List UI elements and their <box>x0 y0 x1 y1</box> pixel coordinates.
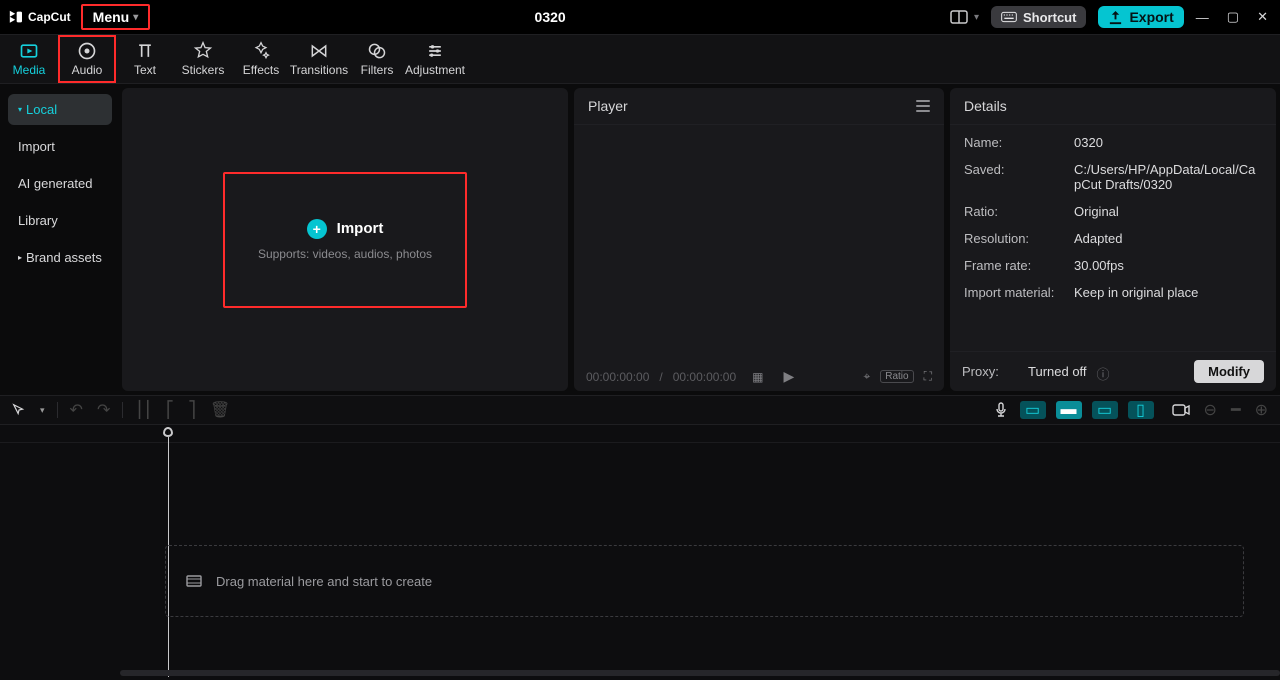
close-button[interactable]: ✕ <box>1257 9 1268 25</box>
chevron-down-icon: ▾ <box>133 12 138 23</box>
export-icon <box>1108 10 1123 25</box>
chevron-down-icon: ▾ <box>18 105 22 114</box>
tool-tabs: Media Audio Text Stickers Effects Transi… <box>0 34 1280 84</box>
plus-icon: + <box>307 219 327 239</box>
maximize-button[interactable]: ▢ <box>1227 9 1239 25</box>
clip-icon <box>186 573 202 589</box>
tab-adjustment[interactable]: Adjustment <box>406 35 464 83</box>
delete-tool[interactable]: 🗑 <box>208 398 232 422</box>
detail-row-name: Name:0320 <box>964 135 1262 150</box>
trim-left-tool[interactable]: ⎡ <box>164 398 176 422</box>
keyboard-icon <box>1001 9 1017 25</box>
snap-mode-4[interactable]: ▯ <box>1128 401 1154 419</box>
effects-icon <box>251 41 271 61</box>
sidebar-item-import[interactable]: Import <box>8 131 112 162</box>
split-tool[interactable]: ⎮⎮ <box>133 398 154 422</box>
ratio-pill[interactable]: Ratio <box>880 370 913 383</box>
audio-icon <box>77 41 97 61</box>
zoom-in-button[interactable]: ⊕ <box>1253 398 1270 422</box>
tab-media[interactable]: Media <box>0 35 58 83</box>
player-title: Player <box>588 98 628 114</box>
detail-row-saved: Saved:C:/Users/HP/AppData/Local/CapCut D… <box>964 162 1262 192</box>
snap-mode-1[interactable]: ▭ <box>1020 401 1046 419</box>
pointer-tool[interactable] <box>10 401 28 419</box>
tab-text[interactable]: Text <box>116 35 174 83</box>
media-panel: + Import Supports: videos, audios, photo… <box>122 88 568 391</box>
tab-filters[interactable]: Filters <box>348 35 406 83</box>
shortcut-button[interactable]: Shortcut <box>991 6 1086 28</box>
import-subtitle: Supports: videos, audios, photos <box>258 247 432 261</box>
mic-button[interactable] <box>992 400 1010 420</box>
zoom-out-button[interactable]: ⊖ <box>1202 398 1219 422</box>
detail-row-framerate: Frame rate:30.00fps <box>964 258 1262 273</box>
timeline-dropzone[interactable]: Drag material here and start to create <box>165 545 1244 617</box>
menu-button[interactable]: Menu ▾ <box>81 4 151 30</box>
detail-row-import-material: Import material:Keep in original place <box>964 285 1262 300</box>
detail-row-ratio: Ratio:Original <box>964 204 1262 219</box>
aspect-icon <box>950 10 968 24</box>
timeline-drop-hint: Drag material here and start to create <box>216 574 432 589</box>
text-icon <box>135 41 155 61</box>
media-icon <box>19 41 39 61</box>
export-button[interactable]: Export <box>1098 6 1183 28</box>
player-panel: Player 00:00:00:00 / 00:00:00:00 ▦ ▶ ⌖ R… <box>574 88 944 391</box>
details-title: Details <box>950 88 1276 125</box>
chevron-down-icon: ▾ <box>974 12 979 23</box>
import-title: Import <box>337 220 384 237</box>
project-title: 0320 <box>150 9 950 25</box>
sidebar-item-library[interactable]: Library <box>8 205 112 236</box>
play-button[interactable]: ▶ <box>784 368 795 385</box>
pointer-dropdown[interactable]: ▾ <box>38 403 47 418</box>
redo-button[interactable]: ↷ <box>95 398 112 422</box>
stickers-icon <box>193 41 213 61</box>
minimize-button[interactable]: — <box>1196 10 1209 25</box>
chevron-right-icon: ▸ <box>18 253 22 262</box>
sidebar-item-brand-assets[interactable]: ▸Brand assets <box>8 242 112 273</box>
grid-icon[interactable]: ▦ <box>752 370 763 384</box>
snap-mode-3[interactable]: ▭ <box>1092 401 1118 419</box>
import-dropzone[interactable]: + Import Supports: videos, audios, photo… <box>223 172 467 308</box>
timeline-scrollbar[interactable] <box>120 670 1280 676</box>
snap-mode-2[interactable]: ▬ <box>1056 401 1082 419</box>
sidebar-item-local[interactable]: ▾Local <box>8 94 112 125</box>
tab-audio[interactable]: Audio <box>58 35 116 83</box>
player-time-total: 00:00:00:00 <box>673 370 736 384</box>
tab-effects[interactable]: Effects <box>232 35 290 83</box>
focus-icon[interactable]: ⌖ <box>863 369 870 384</box>
player-time-current: 00:00:00:00 <box>586 370 649 384</box>
timeline-toolbar: ▾ ↶ ↷ ⎮⎮ ⎡ ⎤ 🗑 ▭ ▬ ▭ ▯ ⊖ ━ ⊕ <box>0 395 1280 425</box>
capcut-logo-icon <box>8 9 24 25</box>
playhead-handle-icon <box>163 427 173 437</box>
aspect-ratio-button[interactable]: ▾ <box>950 10 979 24</box>
tab-transitions[interactable]: Transitions <box>290 35 348 83</box>
timeline-ruler[interactable] <box>0 425 1280 443</box>
trim-right-tool[interactable]: ⎤ <box>186 398 198 422</box>
modify-button[interactable]: Modify <box>1194 360 1264 383</box>
media-sidebar: ▾Local Import AI generated Library ▸Bran… <box>4 88 116 391</box>
zoom-slider[interactable]: ━ <box>1229 398 1243 422</box>
filters-icon <box>367 41 387 61</box>
sidebar-item-ai-generated[interactable]: AI generated <box>8 168 112 199</box>
transitions-icon <box>309 41 329 61</box>
marker-button[interactable] <box>1170 401 1192 419</box>
tab-stickers[interactable]: Stickers <box>174 35 232 83</box>
timeline[interactable]: Drag material here and start to create <box>0 425 1280 680</box>
app-name: CapCut <box>28 10 71 24</box>
undo-button[interactable]: ↶ <box>68 398 85 422</box>
player-viewport <box>574 125 944 362</box>
fullscreen-icon[interactable]: ⛶ <box>924 369 932 384</box>
adjustment-icon <box>425 41 445 61</box>
info-icon[interactable]: ⓘ <box>1097 364 1110 383</box>
detail-row-proxy: Proxy: Turned off ⓘ <box>962 364 1110 383</box>
player-menu-icon[interactable] <box>916 100 930 112</box>
detail-row-resolution: Resolution:Adapted <box>964 231 1262 246</box>
app-logo: CapCut <box>0 9 79 25</box>
details-panel: Details Name:0320 Saved:C:/Users/HP/AppD… <box>950 88 1276 391</box>
